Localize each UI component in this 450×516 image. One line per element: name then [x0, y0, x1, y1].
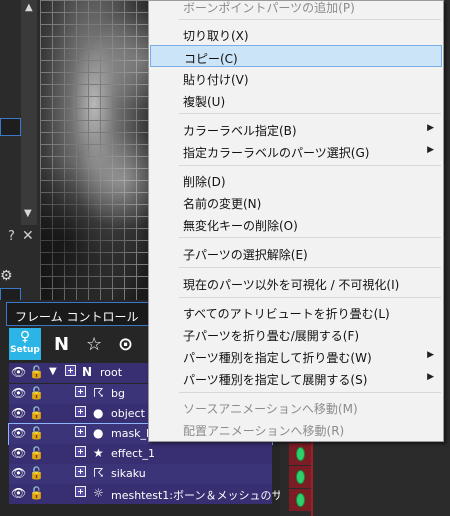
lock-icon[interactable]: 🔓: [29, 365, 44, 379]
layer-row-effect[interactable]: 👁 🔓 ★ effect_1: [9, 444, 272, 464]
layer-name: sikaku: [111, 467, 146, 480]
menu-item-color-label[interactable]: カラーラベル指定(B) ▶: [150, 118, 442, 140]
setup-figure-icon: ♀: [19, 329, 31, 345]
canvas-image: [40, 0, 160, 300]
setup-button[interactable]: ♀ Setup: [9, 328, 41, 360]
expand-box-icon[interactable]: [75, 426, 86, 440]
collapse-arrow-icon[interactable]: ▼: [49, 365, 57, 379]
menu-item-add-bone-point: ボーンポイントパーツの追加(P): [183, 1, 355, 15]
menu-separator: [179, 237, 441, 238]
submenu-arrow-icon: ▶: [427, 372, 434, 382]
canvas-preview[interactable]: [40, 0, 160, 300]
gear-icon[interactable]: ⚙: [0, 268, 13, 284]
menu-item-toggle-children[interactable]: 子パーツを折り畳む/展開する(F): [150, 323, 442, 345]
eye-icon[interactable]: 👁: [11, 365, 26, 379]
layer-name: root: [100, 366, 123, 379]
lock-icon[interactable]: 🔓: [29, 486, 44, 500]
eye-icon[interactable]: 👁: [11, 406, 26, 420]
menu-item-expand-by-type[interactable]: パーツ種別を指定して展開する(S) ▶: [150, 367, 442, 389]
layer-row-sikaku[interactable]: 👁 🔓 ☈ sikaku: [9, 464, 272, 484]
new-effect-part-icon[interactable]: ☆: [86, 334, 102, 355]
frame-control-title: フレーム コントロール: [15, 310, 139, 324]
expand-box-icon[interactable]: [75, 486, 86, 500]
menu-item-rename[interactable]: 名前の変更(N): [150, 191, 442, 213]
keyframe-icon[interactable]: [296, 493, 305, 507]
layer-name: effect_1: [111, 447, 155, 460]
new-null-part-icon[interactable]: N: [54, 334, 69, 355]
submenu-arrow-icon: ▶: [427, 145, 434, 155]
menu-item-collapse-all-attributes[interactable]: すべてのアトリビュートを折り畳む(L): [150, 301, 442, 323]
keyframe-icon[interactable]: [296, 470, 305, 484]
menu-item-go-to-placement-animation: 配置アニメーションへ移動(R): [183, 424, 345, 438]
layer-name: bg: [111, 387, 125, 400]
current-frame-line: [311, 440, 313, 516]
expand-box-icon[interactable]: [75, 386, 86, 400]
lock-icon[interactable]: 🔓: [29, 406, 44, 420]
menu-item-delete[interactable]: 削除(D): [150, 169, 442, 191]
menu-item-select-by-color-label[interactable]: 指定カラーラベルのパーツ選択(G) ▶: [150, 140, 442, 162]
eye-icon[interactable]: 👁: [11, 466, 26, 480]
menu-item-toggle-visibility-others[interactable]: 現在のパーツ以外を可視化 / 不可視化(I): [150, 272, 442, 294]
menu-item-deselect-children[interactable]: 子パーツの選択解除(E): [150, 242, 442, 264]
eye-icon[interactable]: 👁: [11, 426, 26, 440]
eye-icon[interactable]: 👁: [11, 446, 26, 460]
left-panel-scrollbar[interactable]: [21, 0, 37, 225]
lock-icon[interactable]: 🔓: [29, 446, 44, 460]
menu-separator: [179, 267, 441, 268]
menu-item-copy[interactable]: コピー(C): [150, 45, 442, 67]
mesh-part-icon: ☼: [93, 486, 104, 500]
expand-box-icon[interactable]: [75, 406, 86, 420]
menu-item-collapse-by-type[interactable]: パーツ種別を指定して折り畳む(W) ▶: [150, 345, 442, 367]
submenu-arrow-icon: ▶: [427, 350, 434, 360]
lock-icon[interactable]: 🔓: [29, 466, 44, 480]
close-icon[interactable]: ✕: [22, 228, 34, 244]
left-panel-field[interactable]: [0, 118, 21, 136]
menu-separator: [179, 392, 441, 393]
menu-item-delete-unchanged-keys[interactable]: 無変化キーの削除(O): [150, 213, 442, 235]
layer-name: meshtest1:ボーン＆メッシュのサ: [111, 489, 283, 502]
new-bone-part-icon[interactable]: ⊙: [118, 334, 133, 355]
bone-part-icon: ☈: [93, 386, 104, 400]
normal-part-icon: ●: [93, 406, 104, 420]
keyframe-icon[interactable]: [296, 447, 305, 461]
scroll-up-icon[interactable]: ▲: [25, 2, 33, 13]
expand-box-icon[interactable]: [65, 365, 76, 379]
lock-icon[interactable]: 🔓: [29, 386, 44, 400]
setup-label: Setup: [10, 345, 40, 355]
context-menu: ボーンポイントパーツの追加(P) 切り取り(X) コピー(C) 貼り付け(V) …: [148, 0, 444, 442]
menu-separator: [179, 165, 441, 166]
expand-box-icon[interactable]: [75, 446, 86, 460]
null-part-icon: N: [82, 365, 93, 379]
effect-part-icon: ★: [93, 446, 104, 460]
lock-icon[interactable]: 🔓: [29, 426, 44, 440]
menu-item-cut[interactable]: 切り取り(X): [150, 23, 442, 45]
layer-row-meshtest[interactable]: 👁 🔓 ☼ meshtest1:ボーン＆メッシュのサ: [9, 484, 282, 504]
mask-part-icon: ●: [93, 426, 104, 440]
eye-icon[interactable]: 👁: [11, 486, 26, 500]
scroll-down-icon[interactable]: ▼: [24, 208, 32, 219]
eye-icon[interactable]: 👁: [11, 386, 26, 400]
menu-item-duplicate[interactable]: 複製(U): [150, 89, 442, 111]
help-icon[interactable]: ?: [8, 229, 15, 244]
menu-separator: [179, 113, 441, 114]
layer-name: object: [111, 407, 145, 420]
menu-separator: [179, 297, 441, 298]
menu-item-go-to-source-animation: ソースアニメーションへ移動(M): [183, 402, 358, 416]
layer-name: mask_l: [111, 427, 150, 440]
menu-separator: [179, 19, 441, 20]
menu-item-paste[interactable]: 貼り付け(V): [150, 67, 442, 89]
submenu-arrow-icon: ▶: [427, 123, 434, 133]
bone-part-icon: ☈: [93, 466, 104, 480]
expand-box-icon[interactable]: [75, 466, 86, 480]
